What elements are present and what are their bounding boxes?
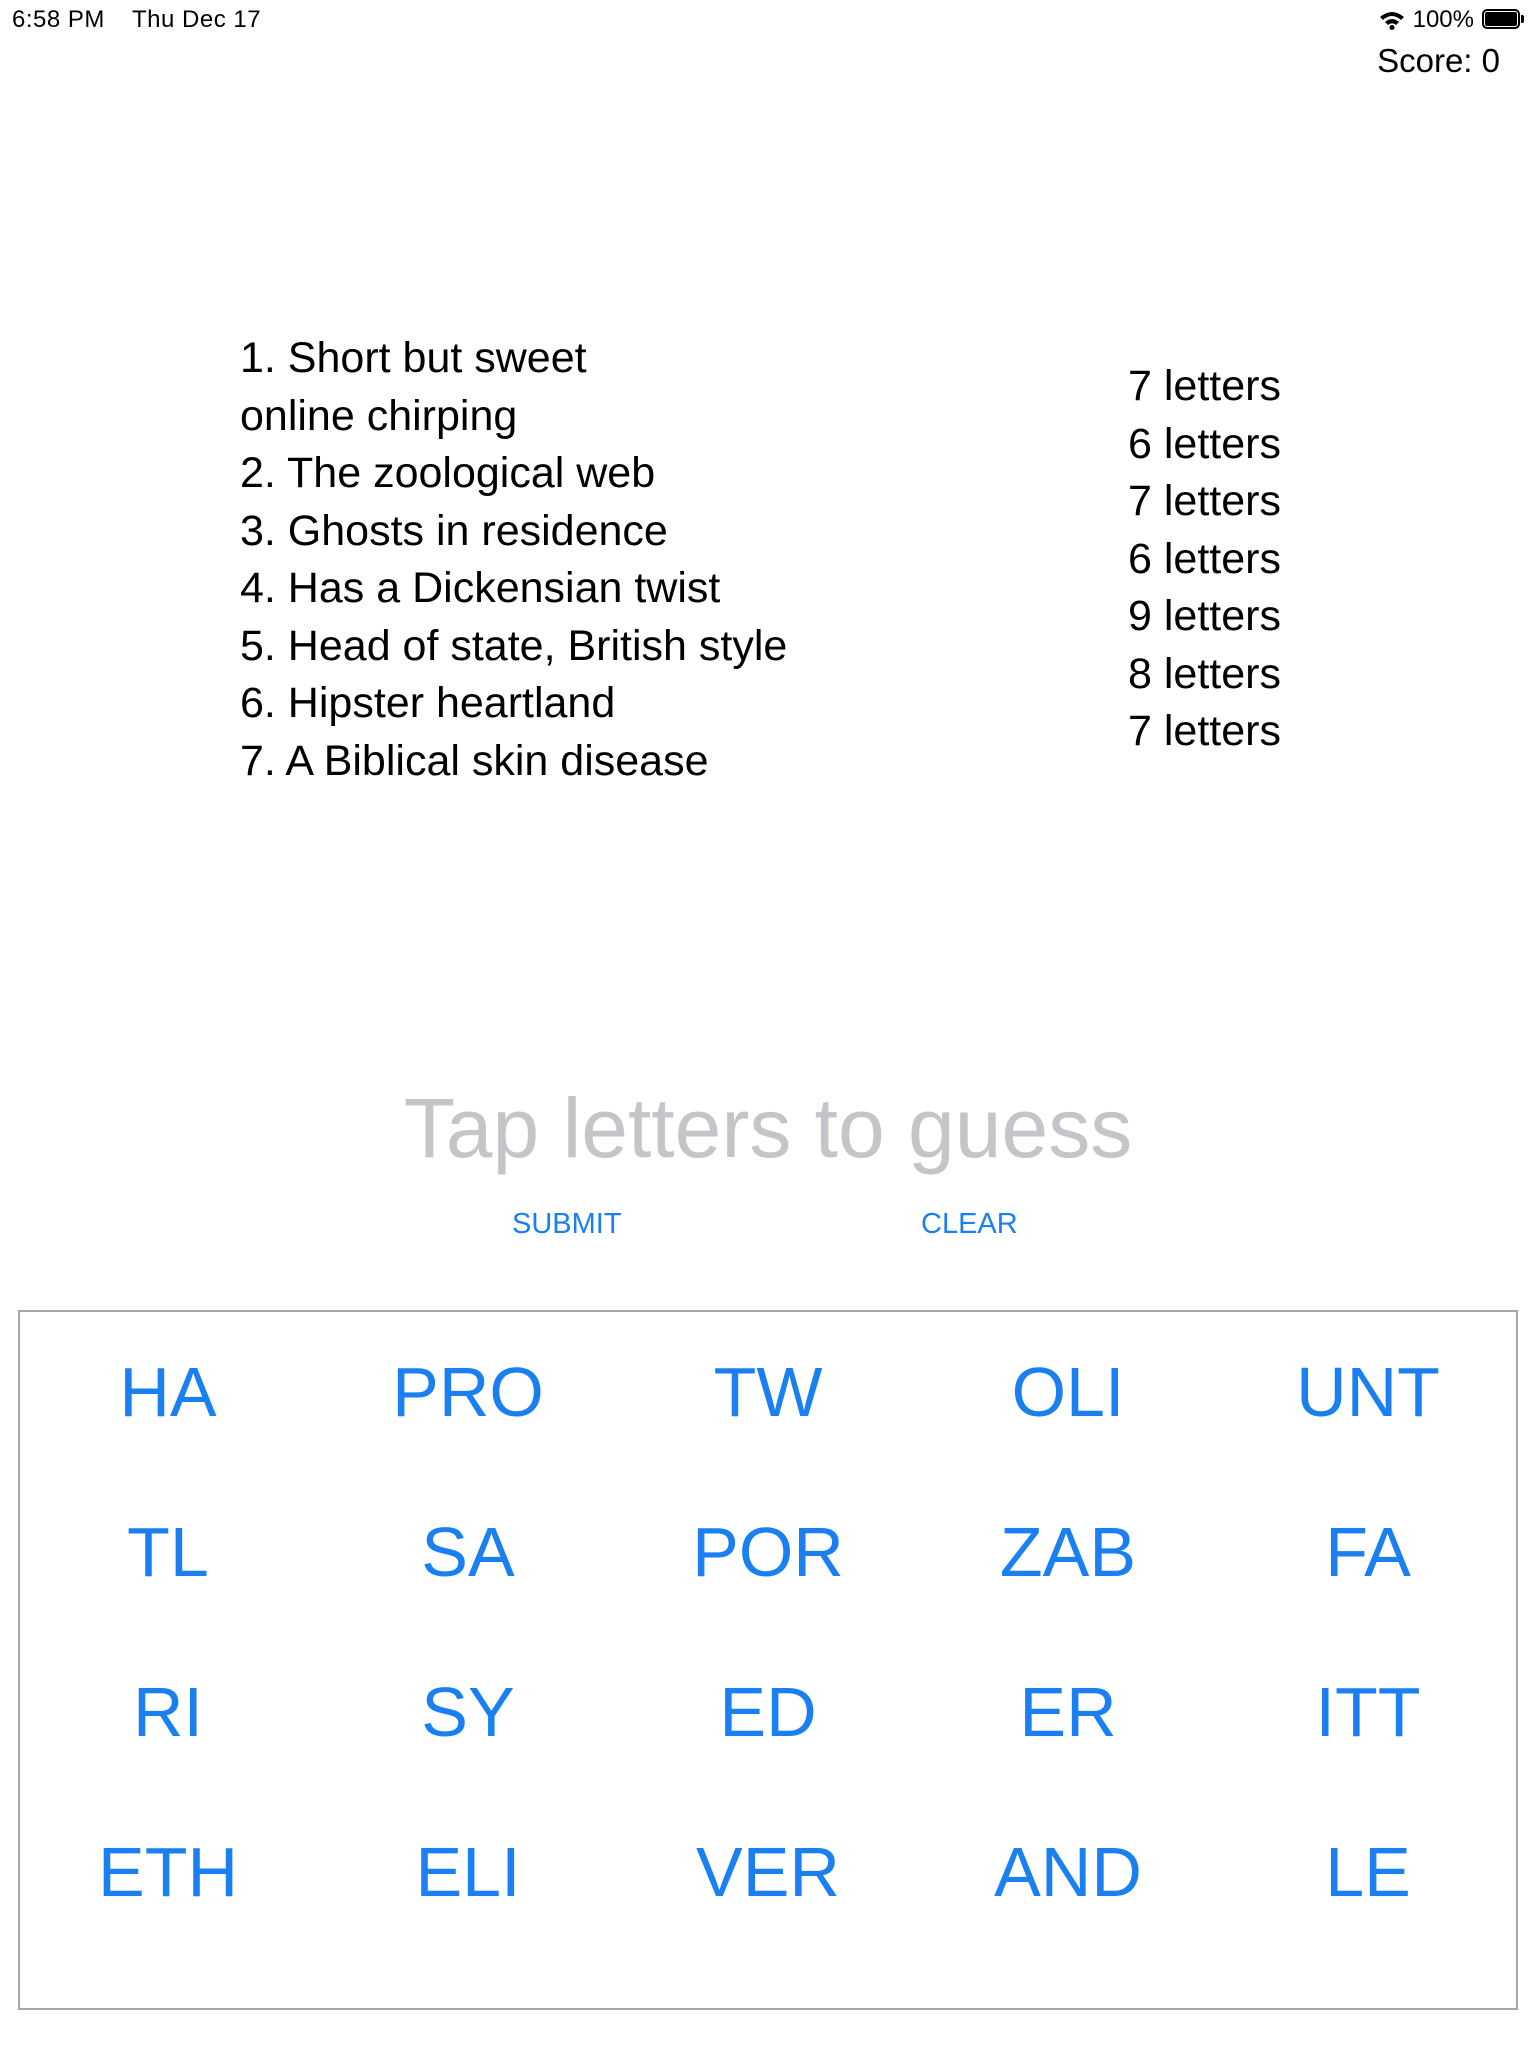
letter-count: 9 letters (1128, 592, 1281, 640)
letter-tile[interactable]: ELI (318, 1822, 618, 1922)
letter-tile[interactable]: TL (18, 1502, 318, 1602)
letter-tile[interactable]: TW (618, 1342, 918, 1442)
letter-tile[interactable]: VER (618, 1822, 918, 1922)
battery-fill (1485, 12, 1517, 26)
letter-tile[interactable]: POR (618, 1502, 918, 1602)
letter-tile[interactable]: PRO (318, 1342, 618, 1442)
clue-line: online chirping (240, 391, 518, 440)
wifi-icon (1379, 10, 1405, 30)
status-bar: 6:58 PM Thu Dec 17 100% (0, 0, 1536, 40)
battery-percent: 100% (1412, 6, 1474, 33)
letter-count: 7 letters (1128, 477, 1281, 525)
letter-tile[interactable]: ED (618, 1662, 918, 1762)
letter-tile[interactable]: AND (918, 1822, 1218, 1922)
letter-count: 7 letters (1128, 362, 1281, 410)
tile-board: HA PRO TW OLI UNT TL SA POR ZAB FA RI SY ED ER ITT ETH E… (18, 1310, 1518, 2010)
status-time: 6:58 PM (12, 6, 105, 33)
status-date: Thu Dec 17 (132, 6, 262, 33)
clue-line: 4. Has a Dickensian twist (240, 564, 721, 612)
letter-tile[interactable]: HA (18, 1342, 318, 1442)
score-label: Score: 0 (1377, 42, 1500, 79)
letter-tile[interactable]: LE (1218, 1822, 1518, 1922)
letter-tile[interactable]: RI (18, 1662, 318, 1762)
letter-count-list: 7 letters 6 letters 7 letters 6 letters 9 le… (1128, 358, 1281, 761)
letter-tile[interactable]: SY (318, 1662, 618, 1762)
letter-count: 6 letters (1128, 419, 1281, 468)
letter-tile[interactable]: FA (1218, 1502, 1518, 1602)
clue-line: 3. Ghosts in residence (240, 506, 668, 555)
guess-display: Tap letters to guess (403, 1081, 1133, 1175)
clue-line: 5. Head of state, British style (240, 621, 788, 670)
letter-count: 7 letters (1128, 707, 1281, 755)
battery-icon (1482, 9, 1526, 31)
letter-tile[interactable]: UNT (1218, 1342, 1518, 1442)
clear-button[interactable]: CLEAR (921, 1208, 1018, 1241)
clue-line: 6. Hipster heartland (240, 679, 616, 727)
status-right-group: 100% (1379, 6, 1526, 34)
letter-tile[interactable]: SA (318, 1502, 618, 1602)
letter-count: 8 letters (1128, 649, 1281, 698)
letter-tile[interactable]: ZAB (918, 1502, 1218, 1602)
letter-count: 6 letters (1128, 534, 1281, 583)
clue-line: 7. A Biblical skin disease (240, 736, 709, 785)
clue-line: 2. The zoological web (240, 449, 656, 497)
letter-tile[interactable]: ETH (18, 1822, 318, 1922)
letter-tile[interactable]: ITT (1218, 1662, 1518, 1762)
clue-line: 1. Short but sweet (240, 334, 587, 382)
letter-tile[interactable]: ER (918, 1662, 1218, 1762)
submit-button[interactable]: SUBMIT (512, 1208, 622, 1241)
letter-tile[interactable]: OLI (918, 1342, 1218, 1442)
clue-list: 1. Short but sweet online chirping 2. The … (240, 330, 787, 790)
